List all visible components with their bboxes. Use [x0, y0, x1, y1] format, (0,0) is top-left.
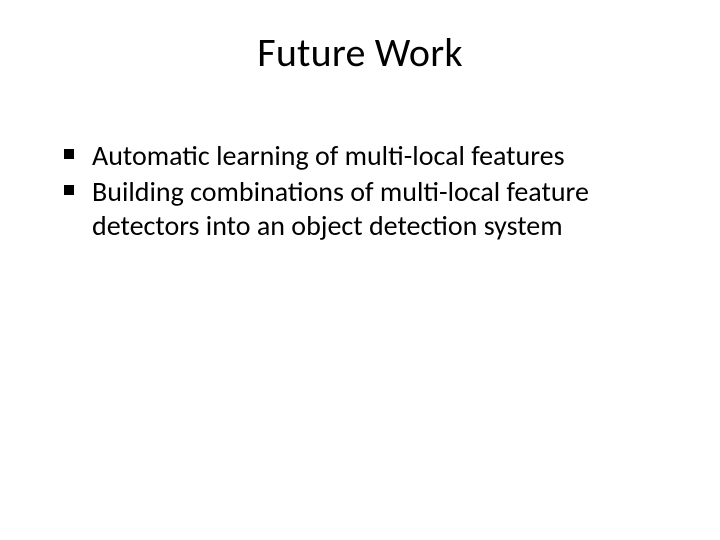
bullet-item: Building combinations of multi-local fea… — [64, 175, 670, 243]
bullet-item: Automatic learning of multi-local featur… — [64, 139, 670, 173]
slide-container: Future Work Automatic learning of multi-… — [0, 0, 720, 540]
slide-title: Future Work — [50, 28, 670, 77]
bullet-list: Automatic learning of multi-local featur… — [50, 139, 670, 243]
